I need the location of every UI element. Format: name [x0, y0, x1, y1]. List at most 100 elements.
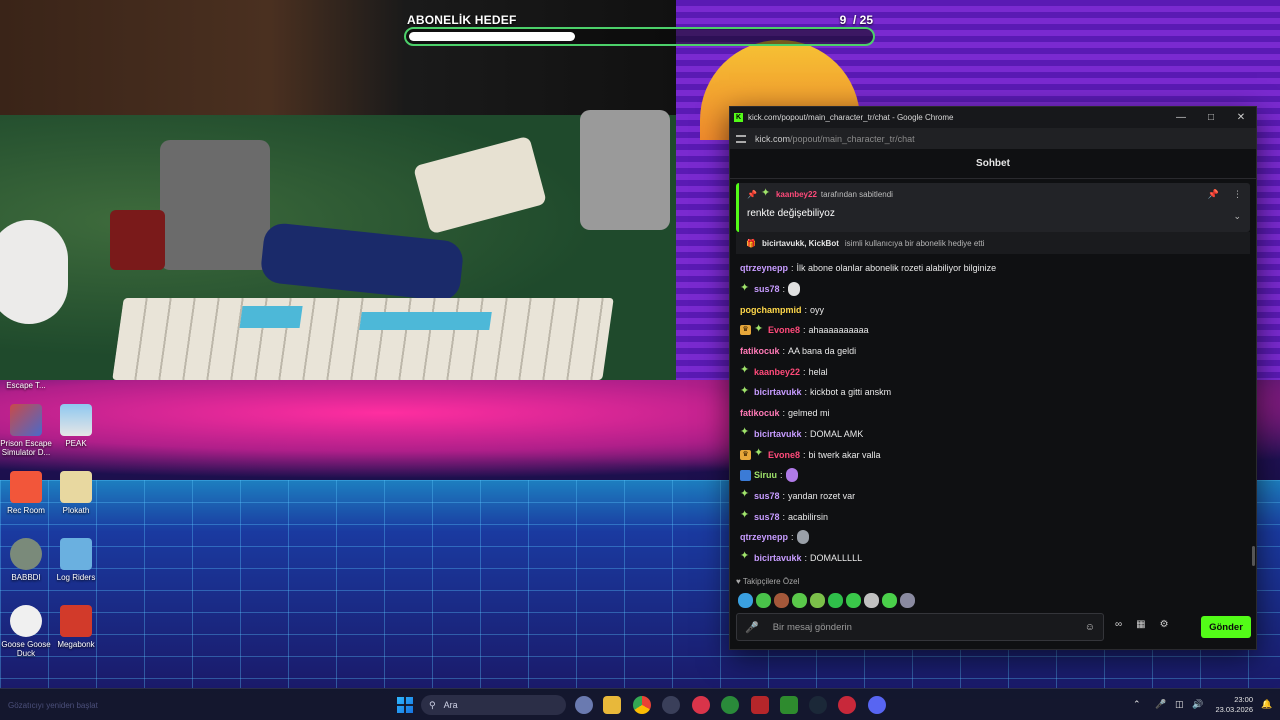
- volume-icon[interactable]: 🔊: [1192, 699, 1203, 710]
- chat-username[interactable]: bicirtavukk: [754, 429, 802, 439]
- emote-icon[interactable]: [810, 593, 825, 608]
- file-explorer-icon[interactable]: [603, 696, 621, 714]
- desktop-icon-goose-goose-duck[interactable]: Goose Goose Duck: [0, 605, 52, 658]
- chat-message[interactable]: Siruu:: [740, 465, 1246, 486]
- more-options-icon[interactable]: ⋮: [1233, 189, 1242, 200]
- chat-username[interactable]: bicirtavukk: [754, 387, 802, 397]
- window-title: kick.com/popout/main_character_tr/chat -…: [748, 113, 954, 122]
- microphone-icon[interactable]: 🎤: [745, 621, 759, 634]
- chat-message[interactable]: kaanbey22:helal: [740, 361, 1246, 382]
- desktop-icon-escape[interactable]: Escape T...: [0, 368, 52, 390]
- chat-separator: :: [782, 408, 786, 419]
- pinned-message[interactable]: 📌 kaanbey22 tarafından sabitlendi renkte…: [736, 183, 1250, 232]
- desktop-icon-plokath[interactable]: Plokath: [50, 471, 102, 515]
- channel-points-icon[interactable]: ∞: [1115, 619, 1122, 630]
- chat-message[interactable]: bicirtavukk:DOMAL AMK: [740, 424, 1246, 445]
- chat-message[interactable]: bicirtavukk:kickbot a gitti anskm: [740, 382, 1246, 403]
- chevron-down-icon[interactable]: ⌄: [1233, 211, 1241, 222]
- chat-username[interactable]: Evone8: [768, 325, 800, 335]
- chat-username[interactable]: qtrzeynepp: [740, 532, 788, 542]
- taskbar-search[interactable]: ⚲ Ara: [421, 695, 566, 715]
- unpin-icon[interactable]: 📌: [1208, 189, 1219, 200]
- taskbar-ghost-text: Gözatıcıyı yeniden başlat: [8, 701, 98, 710]
- maximize-icon[interactable]: □: [1196, 112, 1226, 123]
- search-icon: ⚲: [429, 699, 436, 710]
- desktop-icon-megabonk[interactable]: Megabonk: [50, 605, 102, 649]
- desktop-icon-rec-room[interactable]: Rec Room: [0, 471, 52, 515]
- chat-settings-icon[interactable]: ⚙: [1160, 619, 1169, 630]
- riot-client-icon[interactable]: [751, 696, 769, 714]
- gift-users[interactable]: bicirtavukk, KickBot: [762, 239, 839, 248]
- emote-icon[interactable]: [756, 593, 771, 608]
- system-clock[interactable]: 23:00 23.03.2026: [1213, 695, 1253, 715]
- opera-icon[interactable]: [692, 696, 710, 714]
- desktop-icon-label: Megabonk: [57, 640, 95, 649]
- emote-icon[interactable]: [864, 593, 879, 608]
- recording-app-icon[interactable]: [838, 696, 856, 714]
- chat-message[interactable]: sus78:: [740, 279, 1246, 300]
- store-icon[interactable]: ▦: [1136, 619, 1145, 630]
- pinned-by-user[interactable]: kaanbey22: [776, 190, 817, 199]
- close-icon[interactable]: ✕: [1226, 112, 1256, 123]
- emote-icon[interactable]: [846, 593, 861, 608]
- chat-message[interactable]: qtrzeynepp: İlk abone olanlar abonelik ro…: [740, 258, 1246, 279]
- emote-icon[interactable]: [738, 593, 753, 608]
- chat-username[interactable]: kaanbey22: [754, 367, 800, 377]
- chat-separator: :: [804, 304, 808, 315]
- chat-username[interactable]: sus78: [754, 512, 780, 522]
- show-hidden-icons-chevron-icon[interactable]: ⌃: [1133, 699, 1141, 710]
- xbox-icon[interactable]: [780, 696, 798, 714]
- chat-username[interactable]: Siruu: [754, 470, 777, 480]
- send-button[interactable]: Gönder: [1201, 616, 1251, 638]
- chat-username[interactable]: sus78: [754, 284, 780, 294]
- chat-username[interactable]: fatikocuk: [740, 346, 780, 356]
- chrome-icon[interactable]: [633, 696, 651, 714]
- microphone-tray-icon[interactable]: 🎤: [1155, 699, 1166, 710]
- chat-message-list[interactable]: qtrzeynepp: İlk abone olanlar abonelik ro…: [730, 254, 1256, 568]
- emote-icon[interactable]: [792, 593, 807, 608]
- chat-username[interactable]: qtrzeynepp: [740, 263, 788, 273]
- chat-message[interactable]: fatikocuk: gelmed mi: [740, 403, 1246, 424]
- steam-icon[interactable]: [809, 696, 827, 714]
- chat-username[interactable]: fatikocuk: [740, 408, 780, 418]
- chat-message[interactable]: bicirtavukk:DOMALLLLL: [740, 548, 1246, 569]
- chat-username[interactable]: sus78: [754, 491, 780, 501]
- obs-icon[interactable]: [662, 696, 680, 714]
- gift-icon: 🎁: [746, 238, 756, 248]
- desktop-icon-peak[interactable]: PEAK: [50, 404, 102, 448]
- minimize-icon[interactable]: —: [1166, 112, 1196, 123]
- chat-message[interactable]: pogchampmid: oyy: [740, 299, 1246, 320]
- emoji-picker-icon[interactable]: ☺: [1085, 622, 1095, 633]
- chat-message-input[interactable]: [772, 621, 1085, 633]
- chat-message[interactable]: ♛ Evone8:ahaaaaaaaaaa: [740, 320, 1246, 341]
- chat-message[interactable]: sus78:acabilirsin: [740, 506, 1246, 527]
- notifications-bell-icon[interactable]: 🔔: [1261, 699, 1272, 710]
- settings-gear-icon[interactable]: [575, 696, 593, 714]
- network-icon[interactable]: ◫: [1175, 699, 1184, 710]
- desktop-icon-babbdi[interactable]: BABBDI: [0, 538, 52, 582]
- clock-date: 23.03.2026: [1215, 705, 1253, 715]
- chat-scrollbar[interactable]: [1252, 546, 1255, 566]
- site-settings-icon[interactable]: [736, 134, 746, 143]
- address-bar[interactable]: kick.com/popout/main_character_tr/chat: [730, 128, 1256, 149]
- window-titlebar[interactable]: K kick.com/popout/main_character_tr/chat…: [730, 107, 1256, 128]
- emote-icon[interactable]: [774, 593, 789, 608]
- start-windows-icon[interactable]: [397, 697, 413, 713]
- desktop-icon-log-riders[interactable]: Log Riders: [50, 538, 102, 582]
- chat-username[interactable]: bicirtavukk: [754, 553, 802, 563]
- discord-icon[interactable]: [868, 696, 886, 714]
- chat-message[interactable]: sus78:yandan rozet var: [740, 486, 1246, 507]
- chat-message[interactable]: ♛ Evone8:bi twerk akar valla: [740, 444, 1246, 465]
- message-composer[interactable]: 🎤 ☺: [736, 613, 1104, 641]
- xbox-game-icon[interactable]: [721, 696, 739, 714]
- chat-message[interactable]: qtrzeynepp:: [740, 527, 1246, 548]
- chat-username[interactable]: pogchampmid: [740, 305, 802, 315]
- emote-icon[interactable]: [900, 593, 915, 608]
- desktop-icon-prison-escape[interactable]: Prison Escape Simulator D...: [0, 404, 52, 457]
- chat-separator: :: [791, 532, 794, 543]
- emote-quick-bar[interactable]: [738, 593, 915, 608]
- emote-icon[interactable]: [828, 593, 843, 608]
- chat-username[interactable]: Evone8: [768, 450, 800, 460]
- emote-icon[interactable]: [882, 593, 897, 608]
- chat-message[interactable]: fatikocuk: AA bana da geldi: [740, 341, 1246, 362]
